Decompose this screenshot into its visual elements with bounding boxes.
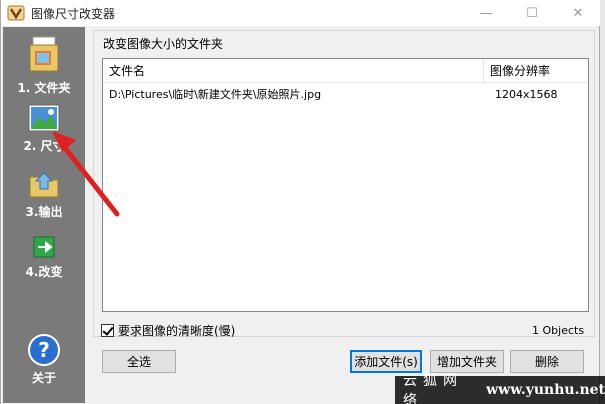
- sidebar-item-label: 3.输出: [25, 205, 63, 219]
- object-count: 1 Objects: [532, 324, 585, 337]
- background-strip: [600, 0, 605, 404]
- window-title: 图像尺寸改变器: [31, 6, 116, 21]
- group-title: 改变图像大小的文件夹: [101, 35, 226, 52]
- sidebar: 1. 文件夹 2. 尺寸 3.输出 4.改变 ? 关于: [3, 27, 85, 403]
- sidebar-item-change[interactable]: 4.改变: [3, 235, 85, 280]
- quality-checkbox-row[interactable]: 要求图像的清晰度(慢): [101, 322, 235, 339]
- table-row[interactable]: D:\Pictures\临时\新建文件夹\原始照片.jpg 1204x1568: [103, 85, 588, 105]
- app-logo-icon: [7, 5, 25, 21]
- watermark: 云狐网络 www.yunhu.net: [395, 373, 605, 404]
- sidebar-item-label: 2. 尺寸: [23, 139, 65, 153]
- help-question-icon: ?: [28, 334, 60, 366]
- quality-checkbox-label: 要求图像的清晰度(慢): [118, 324, 236, 338]
- landscape-picture-icon: [28, 104, 60, 132]
- title-bar[interactable]: 图像尺寸改变器 — ☐ ✕: [1, 0, 601, 26]
- watermark-url: www.yunhu.net: [486, 382, 605, 398]
- file-list[interactable]: 文件名 图像分辨率 D:\Pictures\临时\新建文件夹\原始照片.jpg …: [102, 58, 589, 312]
- sidebar-item-folder[interactable]: 1. 文件夹: [3, 35, 85, 96]
- watermark-cn-text: 云狐网络: [403, 373, 463, 404]
- list-header: 文件名 图像分辨率: [103, 59, 588, 83]
- minimize-button[interactable]: —: [463, 0, 509, 26]
- folder-document-icon: [29, 36, 59, 72]
- svg-text:?: ?: [38, 338, 50, 362]
- sidebar-item-label: 1. 文件夹: [17, 81, 71, 95]
- delete-button[interactable]: 删除: [510, 350, 584, 373]
- folder-output-icon: [29, 172, 59, 198]
- sidebar-item-label: 4.改变: [25, 265, 63, 279]
- sidebar-item-output[interactable]: 3.输出: [3, 169, 85, 220]
- column-header-filename[interactable]: 文件名: [103, 59, 484, 83]
- resolution-cell: 1204x1568: [495, 88, 558, 101]
- close-button[interactable]: ✕: [555, 0, 601, 26]
- sidebar-item-size[interactable]: 2. 尺寸: [3, 103, 85, 154]
- quality-checkbox[interactable]: [101, 324, 114, 337]
- column-header-resolution[interactable]: 图像分辨率: [484, 59, 588, 83]
- file-path-cell: D:\Pictures\临时\新建文件夹\原始照片.jpg: [109, 88, 322, 101]
- sidebar-item-about[interactable]: ? 关于: [3, 333, 85, 386]
- green-arrow-icon: [33, 236, 55, 258]
- maximize-button[interactable]: ☐: [509, 0, 555, 26]
- sidebar-item-label: 关于: [31, 371, 56, 385]
- select-all-button[interactable]: 全选: [102, 350, 176, 373]
- app-window: 图像尺寸改变器 — ☐ ✕ 1. 文件夹 2. 尺寸 3.输出 4.改变 ? 关…: [0, 0, 601, 404]
